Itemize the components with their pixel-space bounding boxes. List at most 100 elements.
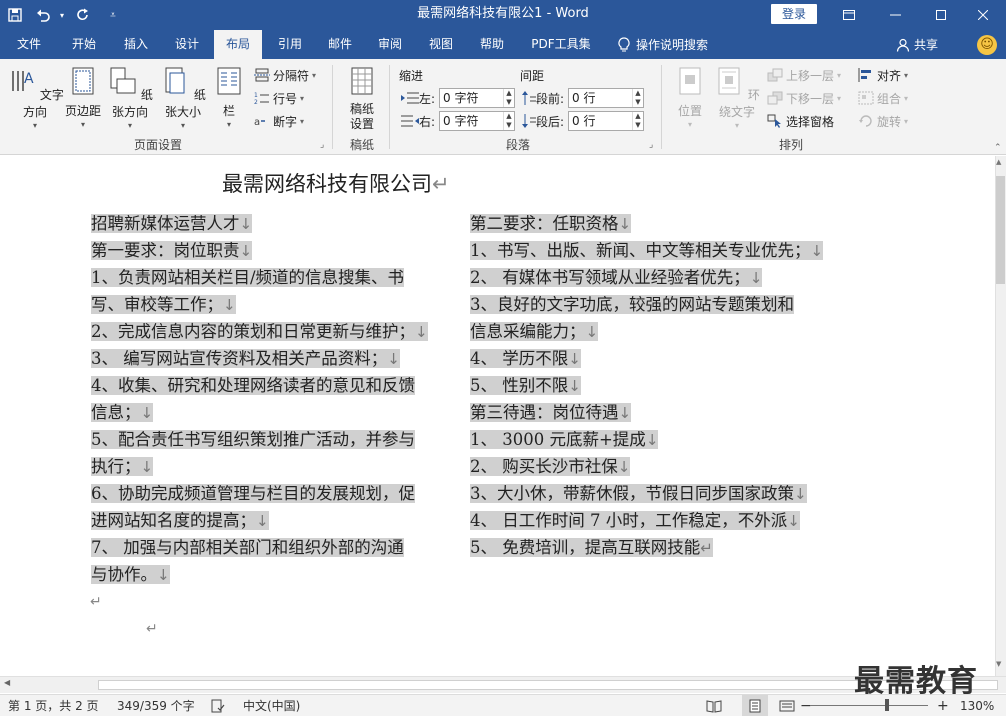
document-line[interactable]: 信息；↓: [91, 399, 428, 426]
page-setup-launcher-icon[interactable]: ⌟: [320, 140, 324, 150]
document-line[interactable]: 5、 免费培训，提高互联网技能↵: [470, 534, 823, 561]
document-line[interactable]: 7、 加强与内部相关部门和组织外部的沟通: [91, 534, 428, 561]
web-layout-icon[interactable]: [779, 695, 795, 716]
print-layout-icon[interactable]: [742, 695, 768, 716]
tab-mailings[interactable]: 邮件: [318, 30, 362, 59]
document-line[interactable]: 招聘新媒体运营人才↓: [91, 210, 428, 237]
zoom-slider-thumb[interactable]: [885, 699, 889, 711]
columns-button[interactable]: 栏 ▾: [214, 65, 244, 129]
ribbon-display-options-icon[interactable]: [826, 0, 872, 30]
line-numbers-button[interactable]: 12 行号 ▾: [254, 88, 304, 108]
breaks-button[interactable]: 分隔符 ▾: [254, 65, 316, 85]
document-line[interactable]: 3、 编写网站宣传资料及相关产品资料；↓: [91, 345, 428, 372]
redo-icon[interactable]: [68, 0, 98, 30]
vertical-scrollbar[interactable]: ▲ ▼: [968, 156, 1006, 676]
scroll-up-icon[interactable]: ▲: [996, 158, 1001, 166]
document-line[interactable]: 进网站知名度的提高；↓: [91, 507, 428, 534]
tab-design[interactable]: 设计: [165, 30, 209, 59]
columns-label: 栏: [222, 104, 235, 118]
document-line[interactable]: 3、良好的文字功底，较强的网站专题策划和: [470, 291, 823, 318]
feedback-smiley-icon[interactable]: ☺: [977, 35, 997, 55]
customize-toolbar-icon[interactable]: ⩡: [98, 0, 128, 30]
share-button[interactable]: 共享: [896, 30, 938, 59]
paragraph-launcher-icon[interactable]: ⌟: [649, 140, 653, 150]
wrap-text-button[interactable]: 环绕文字 ▾: [710, 65, 764, 130]
align-button[interactable]: 对齐 ▾: [858, 65, 908, 85]
document-line[interactable]: 信息采编能力；↓: [470, 318, 823, 345]
tab-file[interactable]: 文件: [8, 30, 50, 59]
document-line[interactable]: 与协作。↓: [91, 561, 428, 588]
tab-review[interactable]: 审阅: [368, 30, 412, 59]
rotate-button[interactable]: 旋转 ▾: [858, 111, 908, 131]
orientation-button[interactable]: 纸张方向 ▾: [104, 65, 156, 130]
vertical-scroll-thumb[interactable]: [996, 176, 1005, 284]
selected-text: 1、负责网站相关栏目/频道的信息搜集、书: [91, 268, 405, 287]
document-line[interactable]: 5、 性别不限↓: [470, 372, 823, 399]
tab-layout[interactable]: 布局: [214, 30, 262, 59]
page-count[interactable]: 第 1 页，共 2 页: [8, 695, 99, 716]
indent-left-field[interactable]: 左: 0 字符 ▲ ▼: [401, 88, 515, 108]
indent-right-field[interactable]: 右: 0 字符 ▲ ▼: [401, 111, 515, 131]
position-button[interactable]: 位置 ▾: [670, 65, 710, 129]
document-line[interactable]: 执行；↓: [91, 453, 428, 480]
align-label: 对齐: [877, 68, 902, 83]
scroll-down-icon[interactable]: ▼: [996, 660, 1001, 668]
bring-forward-button[interactable]: 上移一层 ▾: [767, 65, 841, 85]
document-line[interactable]: 5、配合责任书写组织策划推广活动，并参与: [91, 426, 428, 453]
spinner-icon[interactable]: ▲ ▼: [503, 112, 514, 130]
document-line[interactable]: 第一要求：岗位职责↓: [91, 237, 428, 264]
spinner-icon[interactable]: ▲ ▼: [632, 89, 643, 107]
document-line[interactable]: 4、 日工作时间 7 小时，工作稳定，不外派↓: [470, 507, 823, 534]
hyphenation-icon: a: [254, 117, 265, 128]
text-direction-button[interactable]: A 文字方向 ▾: [6, 65, 64, 130]
document-line[interactable]: 第三待遇：岗位待遇↓: [470, 399, 823, 426]
tell-me-search[interactable]: 操作说明搜索: [618, 30, 708, 59]
hyphenation-button[interactable]: a 断字 ▾: [254, 111, 304, 131]
manuscript-settings-button[interactable]: 稿纸 设置: [340, 65, 384, 132]
undo-dropdown-icon[interactable]: ▾: [56, 0, 68, 30]
rotate-label: 旋转: [877, 114, 902, 129]
tab-view[interactable]: 视图: [419, 30, 463, 59]
document-line[interactable]: 写、审校等工作；↓: [91, 291, 428, 318]
spinner-icon[interactable]: ▲ ▼: [503, 89, 514, 107]
document-line[interactable]: 2、完成信息内容的策划和日常更新与维护；↓: [91, 318, 428, 345]
tab-home[interactable]: 开始: [62, 30, 106, 59]
selected-text: 4、收集、研究和处理网络读者的意见和反馈: [91, 376, 415, 395]
send-backward-button[interactable]: 下移一层 ▾: [767, 88, 841, 108]
document-line[interactable]: 2、 有媒体书写领域从业经验者优先；↓: [470, 264, 823, 291]
document-line[interactable]: 1、书写、出版、新闻、中文等相关专业优先；↓: [470, 237, 824, 264]
maximize-icon[interactable]: [918, 0, 964, 30]
language-indicator[interactable]: 中文(中国): [243, 695, 300, 716]
word-count[interactable]: 349/359 个字: [117, 695, 195, 716]
selection-pane-button[interactable]: 选择窗格: [767, 111, 834, 131]
tab-help[interactable]: 帮助: [470, 30, 514, 59]
size-button[interactable]: 纸张大小 ▾: [157, 65, 209, 130]
zoom-slider[interactable]: [810, 705, 928, 706]
tab-references[interactable]: 引用: [268, 30, 312, 59]
tab-pdf-tools[interactable]: PDF工具集: [525, 30, 597, 59]
login-button[interactable]: 登录: [771, 4, 817, 24]
proofing-icon[interactable]: [211, 695, 225, 716]
document-line[interactable]: 1、 3000 元底薪+提成↓: [470, 426, 823, 453]
document-line[interactable]: 4、收集、研究和处理网络读者的意见和反馈: [91, 372, 428, 399]
undo-icon[interactable]: [30, 0, 56, 30]
collapse-ribbon-icon[interactable]: ⌃: [994, 143, 1002, 153]
margins-button[interactable]: 页边距 ▾: [62, 65, 104, 129]
document-line[interactable]: 第二要求：任职资格↓: [470, 210, 823, 237]
close-icon[interactable]: [960, 0, 1006, 30]
spacing-after-field[interactable]: 段后: 0 行 ▲ ▼: [522, 111, 644, 131]
scroll-left-icon[interactable]: ◀: [4, 678, 10, 687]
document-page[interactable]: 最需网络科技有限公司↵ 招聘新媒体运营人才↓ 第一要求：岗位职责↓ 1、负责网站相关…: [0, 156, 968, 676]
spinner-icon[interactable]: ▲ ▼: [632, 112, 643, 130]
group-button[interactable]: 组合 ▾: [858, 88, 908, 108]
minimize-icon[interactable]: [872, 0, 918, 30]
document-line[interactable]: 1、负责网站相关栏目/频道的信息搜集、书: [91, 264, 428, 291]
document-line[interactable]: 2、 购买长沙市社保↓: [470, 453, 823, 480]
save-icon[interactable]: [0, 0, 30, 30]
document-line[interactable]: 4、 学历不限↓: [470, 345, 823, 372]
tab-insert[interactable]: 插入: [114, 30, 158, 59]
document-line[interactable]: 6、协助完成频道管理与栏目的发展规划，促: [91, 480, 428, 507]
read-mode-icon[interactable]: [706, 695, 722, 716]
document-line[interactable]: 3、大小休，带薪休假，节假日同步国家政策↓: [470, 480, 823, 507]
spacing-before-field[interactable]: 段前: 0 行 ▲ ▼: [522, 88, 644, 108]
